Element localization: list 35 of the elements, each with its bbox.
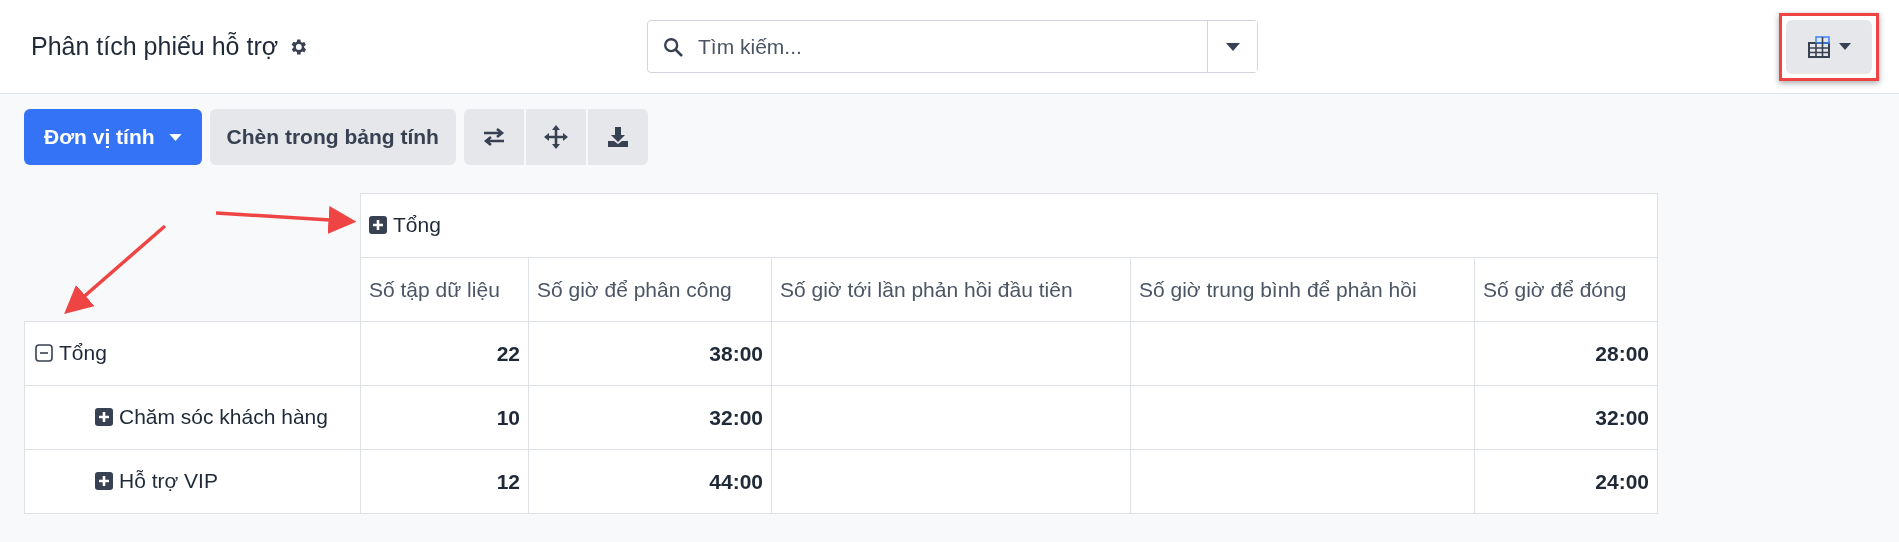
table-cell: 32:00 xyxy=(709,405,763,429)
swap-arrows-icon xyxy=(481,127,506,147)
move-arrows-icon xyxy=(543,125,568,149)
column-group-header[interactable]: Tổng xyxy=(360,193,1658,258)
download-icon xyxy=(606,126,629,148)
page-title: Phân tích phiếu hỗ trợ xyxy=(31,32,279,61)
table-cell: 24:00 xyxy=(1595,469,1650,493)
table-cell: 12 xyxy=(496,469,520,493)
column-header[interactable]: Số giờ trung bình để phản hồi xyxy=(1130,257,1475,322)
table-cell: 38:00 xyxy=(709,341,763,365)
column-header[interactable]: Số giờ tới lần phản hồi đầu tiên xyxy=(771,257,1131,322)
row-header[interactable]: Tổng xyxy=(24,321,361,386)
table-cell: 10 xyxy=(496,405,520,429)
column-header[interactable]: Số giờ để đóng xyxy=(1474,257,1658,322)
search-field[interactable]: Tìm kiếm... xyxy=(647,20,1258,73)
row-header[interactable]: Hỗ trợ VIP xyxy=(24,449,361,514)
table-cell: 44:00 xyxy=(709,469,763,493)
caret-icon xyxy=(1839,43,1851,50)
row-header[interactable]: Chăm sóc khách hàng xyxy=(24,385,361,450)
table-cell: 22 xyxy=(496,341,520,365)
table-cell: 32:00 xyxy=(1595,405,1650,429)
search-icon xyxy=(662,35,684,58)
column-header[interactable]: Số giờ để phân công xyxy=(528,257,772,322)
view-switcher-button[interactable] xyxy=(1786,19,1872,74)
insert-spreadsheet-button[interactable]: Chèn trong bảng tính xyxy=(209,109,456,165)
caret-icon xyxy=(1225,42,1240,51)
search-dropdown-button[interactable] xyxy=(1207,21,1257,72)
expand-all-button[interactable] xyxy=(525,109,586,165)
table-cell: 28:00 xyxy=(1595,341,1650,365)
download-button[interactable] xyxy=(587,109,648,165)
flip-axis-button[interactable] xyxy=(463,109,524,165)
column-header[interactable]: Số tập dữ liệu xyxy=(360,257,529,322)
measures-button[interactable]: Đơn vị tính xyxy=(24,109,202,165)
table-icon xyxy=(1807,35,1831,58)
caret-icon xyxy=(168,133,182,141)
